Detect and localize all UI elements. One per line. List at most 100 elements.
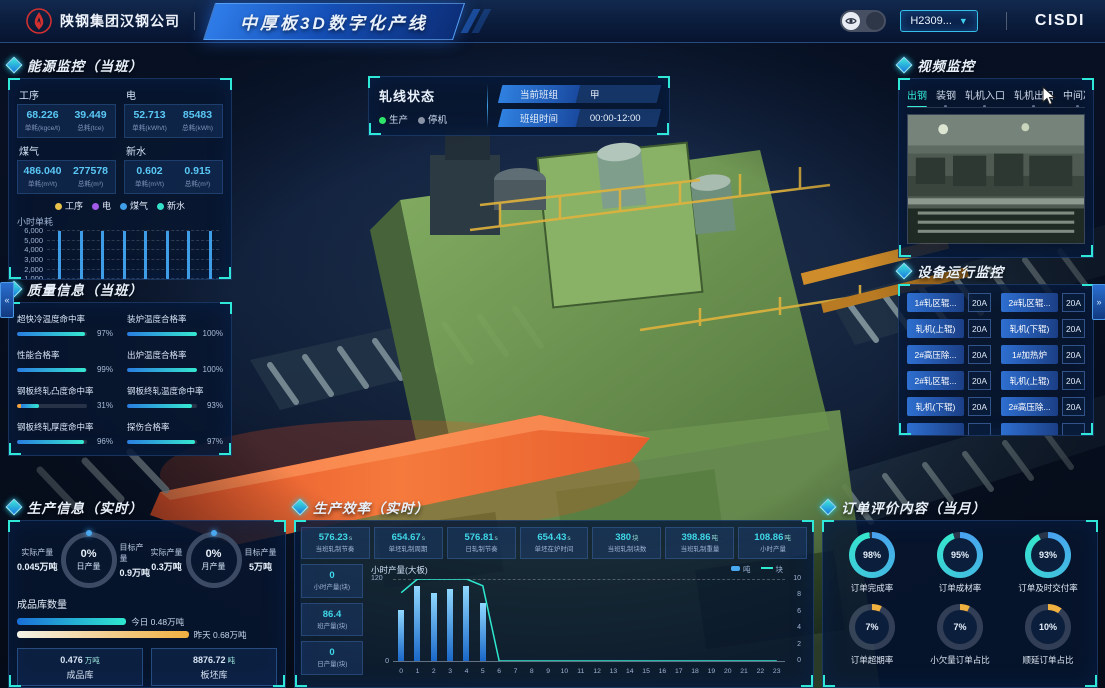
daily-output-gauge-group: 实际产量0.045万吨 0%日产量 目标产量0.9万吨 <box>17 532 150 588</box>
quality-metrics: 超快冷温度命中率 97%装炉温度合格率 100%性能合格率 99%出炉温度合格率… <box>17 311 223 446</box>
eye-icon <box>842 12 860 30</box>
visibility-toggle[interactable] <box>840 10 886 32</box>
line-status-panel: 轧线状态 生产 停机 当前班组 甲 班组时间 00:00-12:00 <box>368 76 670 136</box>
order-kpi-donut: 10% <box>1025 604 1071 650</box>
quality-metric: 出炉温度合格率 100% <box>127 349 223 374</box>
cisdi-brand: CISDI <box>1035 12 1085 30</box>
company-name: 陕钢集团汉钢公司 <box>60 11 180 31</box>
legend-production: 生产 <box>379 112 408 126</box>
order-kpi: 93% 订单及时交付率 <box>1007 532 1089 594</box>
diamond-icon <box>6 57 23 74</box>
company-logo-icon <box>26 8 52 34</box>
diamond-icon <box>820 499 837 516</box>
current-shift-value: 甲 <box>590 87 600 101</box>
camera-tab-出钢[interactable]: 出钢 <box>907 87 927 102</box>
orders-panel: 订单评价内容（当月） 98% 订单完成率 95% 订单成材率 93% 订单及时交… <box>822 498 1098 688</box>
energy-hourly-chart: 6,0005,0004,0003,0002,0001,000023456789 <box>17 228 223 279</box>
diamond-icon <box>896 263 913 280</box>
shift-time-row: 班组时间 00:00-12:00 <box>498 109 661 127</box>
energy-group: 工序 68.226单耗(kgce/t) 39.449总耗(tce) <box>17 87 116 138</box>
production-dot-icon <box>379 117 386 124</box>
efficiency-side-cards: 0小时产量(块) 86.4班产量(块) 0日产量(块) <box>301 564 363 675</box>
order-kpi: 7% 订单超期率 <box>831 604 913 666</box>
equipment-panel-header: 设备运行监控 <box>898 262 1094 280</box>
line-status-title: 轧线状态 <box>379 86 475 105</box>
camera-feed[interactable] <box>907 114 1085 244</box>
energy-chart-legend: 工序电煤气新水 <box>17 199 223 212</box>
stock-section-title: 成品库数量 <box>17 596 277 611</box>
quality-panel-header: 质量信息（当班） <box>8 280 232 298</box>
slab-stock-card[interactable]: 8876.72吨 板坯库 <box>151 648 277 686</box>
equipment-panel-title: 设备运行监控 <box>917 261 1004 281</box>
energy-groups: 工序 68.226单耗(kgce/t) 39.449总耗(tce)电 52.71… <box>17 87 223 194</box>
monthly-output-gauge-group: 实际产量0.3万吨 0%月产量 目标产量5万吨 <box>150 532 277 588</box>
energy-panel-header: 能源监控（当班） <box>8 56 232 74</box>
collapse-right-icon: » <box>1096 297 1101 307</box>
camera-tab-装钢[interactable]: 装钢 <box>936 87 956 102</box>
diamond-icon <box>896 57 913 74</box>
energy-chart-title: 小时单耗 <box>17 215 223 228</box>
quality-metric: 装炉温度合格率 100% <box>127 313 223 338</box>
efficiency-side-card: 0小时产量(块) <box>301 564 363 598</box>
orders-panel-title: 订单评价内容（当月） <box>841 497 986 517</box>
camera-tabs: 出钢装钢轧机入口轧机出口中间冷电动辊 <box>907 87 1085 108</box>
production-panel-header: 生产信息（实时） <box>8 498 286 516</box>
finished-stock-card[interactable]: 0.476万吨 成品库 <box>17 648 143 686</box>
line-status-legend: 生产 停机 <box>379 112 475 126</box>
efficiency-panel-title: 生产效率（实时） <box>313 497 429 517</box>
energy-group: 电 52.713单耗(kWh/t) 85483总耗(kWh) <box>124 87 223 138</box>
equipment-current-list: 1#轧区辊...20A2#轧区辊...20A轧机(上辊)20A轧机(下辊)20A… <box>907 293 1085 435</box>
video-panel: 视频监控 出钢装钢轧机入口轧机出口中间冷电动辊 <box>898 56 1094 258</box>
yesterday-stock-bar <box>17 631 189 638</box>
order-kpi-donut: 93% <box>1025 532 1071 578</box>
quality-metric: 探伤合格率 97% <box>127 421 223 446</box>
energy-group: 新水 0.602单耗(m³/t) 0.915总耗(m³) <box>124 143 223 194</box>
legend-item: 电 <box>92 199 111 212</box>
monthly-target-output: 5万吨 <box>249 560 272 573</box>
chevron-down-icon: ▼ <box>959 16 968 26</box>
order-kpi: 95% 订单成材率 <box>919 532 1001 594</box>
shift-time-value: 00:00-12:00 <box>590 113 641 124</box>
topbar-divider <box>1006 12 1007 30</box>
energy-bars <box>47 230 219 279</box>
orders-panel-header: 订单评价内容（当月） <box>822 498 1098 516</box>
page-title-plate: 中厚板3D数字化产线 <box>203 3 465 40</box>
energy-panel-title: 能源监控（当班） <box>27 55 143 75</box>
diamond-icon <box>6 499 23 516</box>
heat-number-value: H2309... <box>910 15 952 27</box>
company-logo: 陕钢集团汉钢公司 <box>26 8 180 34</box>
line-legend-icon <box>761 567 773 569</box>
quality-metric: 钢板终轧温度命中率 93% <box>127 385 223 410</box>
order-kpi-donut: 7% <box>937 604 983 650</box>
efficiency-metric-cards: 576.23s当班轧制节奏654.67s单坯轧制周期576.81s日轧制节奏65… <box>301 527 807 559</box>
equipment-row-partial <box>907 423 1085 435</box>
efficiency-side-card: 0日产量(块) <box>301 641 363 675</box>
camera-tab-中间冷[interactable]: 中间冷 <box>1063 87 1085 102</box>
stopped-dot-icon <box>418 117 425 124</box>
quality-panel: 质量信息（当班） 超快冷温度命中率 97%装炉温度合格率 100%性能合格率 9… <box>8 280 232 456</box>
efficiency-card: 576.81s日轧制节奏 <box>447 527 516 559</box>
legend-stopped: 停机 <box>418 112 447 126</box>
quality-metric: 超快冷温度命中率 97% <box>17 313 113 338</box>
efficiency-side-card: 86.4班产量(块) <box>301 603 363 637</box>
daily-target-output: 0.9万吨 <box>120 566 151 579</box>
collapse-left-icon: « <box>4 295 9 305</box>
order-kpi-donuts: 98% 订单完成率 95% 订单成材率 93% 订单及时交付率 7% 订单超期率… <box>831 529 1089 666</box>
efficiency-card: 654.67s单坯轧制周期 <box>374 527 443 559</box>
collapse-left-tab[interactable]: « <box>0 282 14 318</box>
quality-metric: 钢板终轧厚度命中率 96% <box>17 421 113 446</box>
heat-number-dropdown[interactable]: H2309... ▼ <box>900 10 978 32</box>
camera-tab-轧机入口[interactable]: 轧机入口 <box>965 87 1005 102</box>
monthly-output-gauge: 0%月产量 <box>186 532 242 588</box>
equipment-row: 轧机(下辊)20A2#高压除...20A <box>907 397 1085 416</box>
monthly-actual-output: 0.3万吨 <box>151 560 182 573</box>
efficiency-card: 380块当班轧制块数 <box>592 527 661 559</box>
collapse-right-tab[interactable]: » <box>1092 284 1105 320</box>
page-title: 中厚板3D数字化产线 <box>240 9 428 34</box>
order-kpi-donut: 95% <box>937 532 983 578</box>
efficiency-card: 108.86吨小时产量 <box>738 527 807 559</box>
equipment-row: 2#高压除...20A1#加热炉20A <box>907 345 1085 364</box>
quality-metric: 钢板终轧凸度命中率 31% <box>17 385 113 410</box>
legend-item: 煤气 <box>120 199 148 212</box>
mouse-cursor <box>1042 86 1056 106</box>
